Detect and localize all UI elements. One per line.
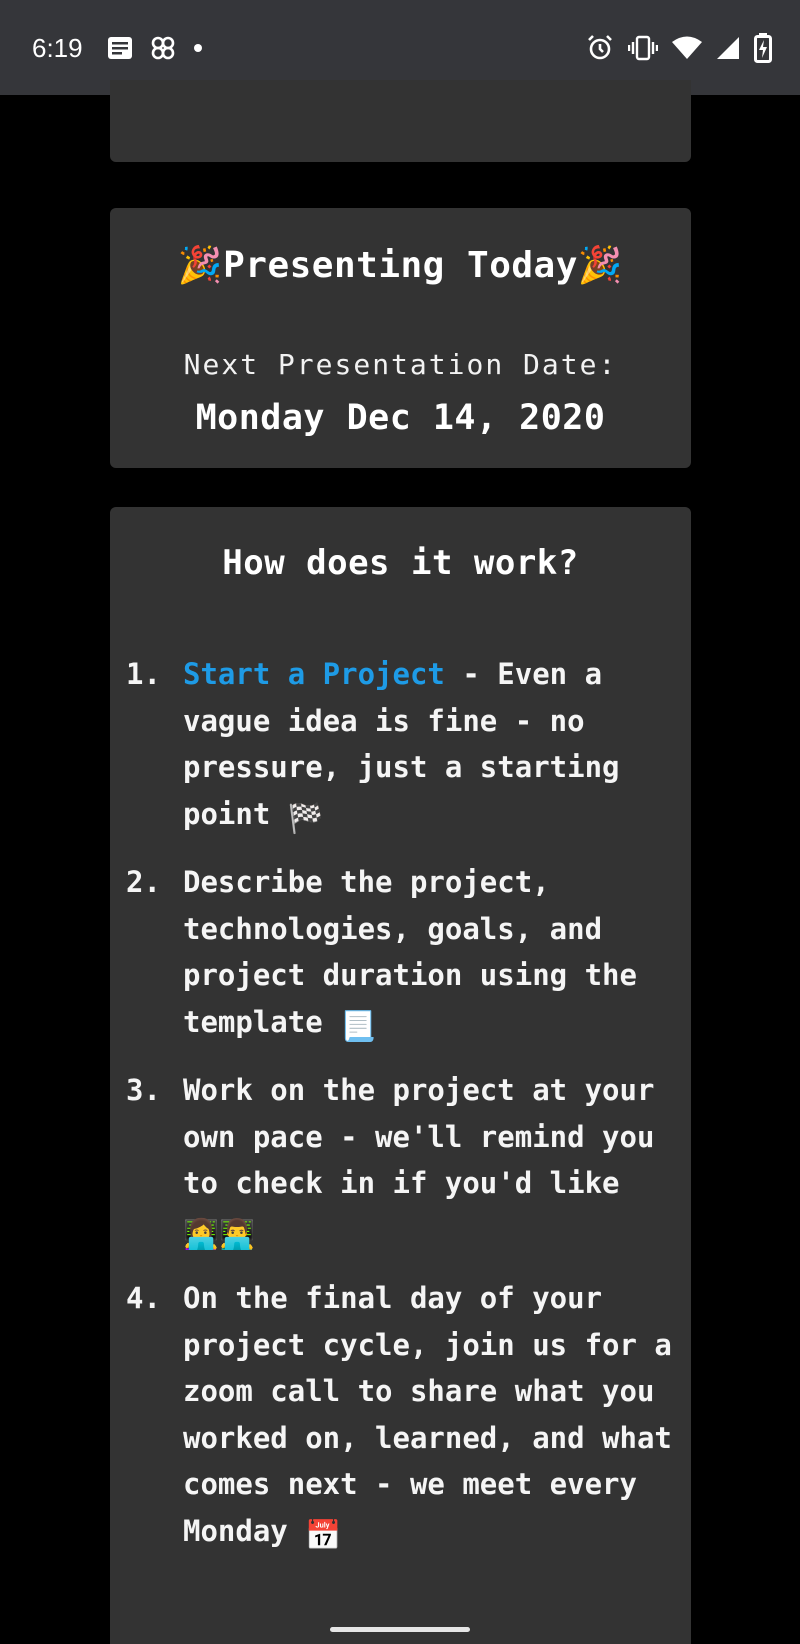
pinwheel-icon — [149, 34, 177, 62]
step-item: 2. Describe the project, technologies, g… — [126, 859, 681, 1049]
checkered-flag-icon: 🏁 — [287, 800, 324, 835]
status-right — [572, 30, 772, 66]
step-item: 1. Start a Project - Even a vague idea i… — [126, 651, 681, 841]
signal-icon — [716, 36, 740, 60]
step-text: Describe the project, technologies, goal… — [183, 865, 637, 1039]
presenting-title: 🎉Presenting Today🎉 — [177, 245, 624, 286]
vibrate-icon — [628, 35, 658, 61]
calendar-icon: 📅 — [305, 1517, 342, 1552]
previous-card — [110, 80, 691, 162]
step-text: Work on the project at your own pace - w… — [183, 1073, 655, 1200]
step-item: 4. On the final day of your project cycl… — [126, 1275, 681, 1558]
step-item: 3. Work on the project at your own pace … — [126, 1067, 681, 1257]
step-number: 2. — [126, 865, 161, 899]
battery-charging-icon — [754, 33, 772, 63]
technologist-icon: 👩‍💻👨‍💻 — [183, 1216, 256, 1251]
presenting-card: 🎉Presenting Today🎉 Next Presentation Dat… — [110, 208, 691, 468]
step-number: 4. — [126, 1281, 161, 1315]
step-number: 1. — [126, 657, 161, 691]
wifi-icon — [672, 36, 702, 60]
notification-dot-icon — [193, 43, 203, 53]
notes-icon — [107, 36, 133, 60]
gesture-nav-handle[interactable] — [330, 1627, 470, 1632]
page-curl-icon: 📃 — [340, 1008, 377, 1043]
steps-list: 1. Start a Project - Even a vague idea i… — [126, 651, 681, 1576]
alarm-icon — [586, 34, 614, 62]
status-time: 6:19 — [32, 32, 83, 63]
status-left: 6:19 — [32, 30, 219, 66]
how-it-works-card: How does it work? 1. Start a Project - E… — [110, 507, 691, 1644]
start-project-link[interactable]: Start a Project — [183, 657, 445, 691]
step-text: On the final day of your project cycle, … — [183, 1281, 672, 1548]
how-it-works-title: How does it work? — [222, 543, 579, 583]
next-presentation-date: Monday Dec 14, 2020 — [195, 398, 606, 438]
step-number: 3. — [126, 1073, 161, 1107]
next-presentation-label: Next Presentation Date: — [183, 348, 618, 381]
